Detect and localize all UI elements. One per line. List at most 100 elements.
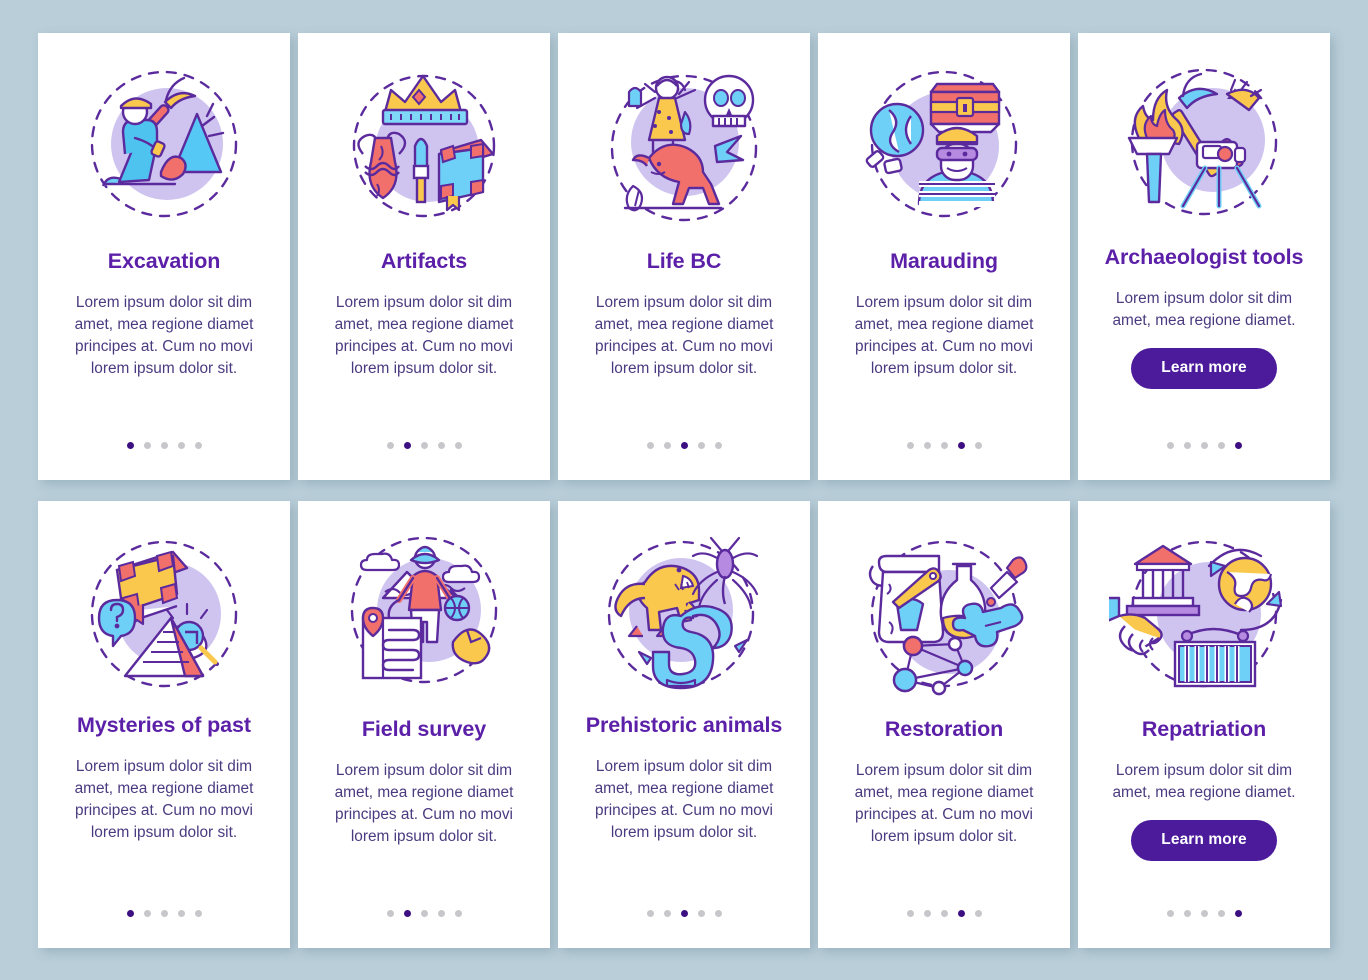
pagination-dot[interactable]	[1200, 441, 1208, 449]
pagination-dot[interactable]	[1166, 441, 1174, 449]
illustration-container	[558, 33, 810, 241]
learn-more-button[interactable]: Learn more	[1131, 347, 1277, 389]
card-title: Restoration	[884, 716, 1004, 741]
pagination-dot[interactable]	[437, 909, 445, 917]
pagination-dot[interactable]	[454, 441, 462, 449]
pagination-dot-active[interactable]	[403, 441, 411, 449]
excavation-icon	[90, 70, 238, 217]
card-title: Repatriation	[1141, 716, 1267, 741]
learn-more-button[interactable]: Learn more	[1131, 819, 1277, 861]
card-body-text: Lorem ipsum dolor sit dim amet, mea regi…	[594, 757, 774, 841]
onboarding-card: Mysteries of past Lorem ipsum dolor sit d…	[38, 500, 290, 948]
onboarding-card: Prehistoric animals Lorem ipsum dolor sit…	[558, 500, 810, 948]
illustration-container	[298, 33, 550, 241]
pagination-dot[interactable]	[143, 441, 151, 449]
pagination-dot[interactable]	[646, 441, 654, 449]
pagination-dot[interactable]	[974, 441, 982, 449]
pagination-dots	[298, 441, 550, 449]
pagination-dot[interactable]	[923, 909, 931, 917]
pagination-dot-active[interactable]	[1234, 441, 1242, 449]
pagination-dots	[1078, 441, 1330, 449]
pagination-dot[interactable]	[714, 441, 722, 449]
artifacts-icon	[352, 74, 496, 217]
pagination-dot[interactable]	[923, 441, 931, 449]
pagination-dot-active[interactable]	[680, 909, 688, 917]
pagination-dot[interactable]	[420, 441, 428, 449]
card-title: Mysteries of past	[77, 712, 251, 737]
marauding-icon	[865, 70, 1018, 217]
repatriation-icon	[1109, 540, 1283, 687]
pagination-dot[interactable]	[194, 441, 202, 449]
onboarding-card: Life BC Lorem ipsum dolor sit dim amet, m…	[558, 32, 810, 480]
card-title: Archaeologist tools	[1104, 244, 1304, 269]
onboarding-card: Repatriation Lorem ipsum dolor sit dim am…	[1078, 500, 1330, 948]
pagination-dot[interactable]	[697, 909, 705, 917]
pagination-dot-active[interactable]	[957, 909, 965, 917]
pagination-dot[interactable]	[1183, 909, 1191, 917]
pagination-dot-active[interactable]	[680, 441, 688, 449]
pagination-dot[interactable]	[940, 441, 948, 449]
onboarding-card: Restoration Lorem ipsum dolor sit dim ame…	[818, 500, 1070, 948]
pagination-dot[interactable]	[1183, 441, 1191, 449]
pagination-dot[interactable]	[974, 909, 982, 917]
illustration-container	[558, 501, 810, 709]
onboarding-card: Field survey Lorem ipsum dolor sit dim am…	[298, 500, 550, 948]
pagination-dot[interactable]	[177, 441, 185, 449]
card-body-text: Lorem ipsum dolor sit dim amet, mea regi…	[334, 293, 514, 377]
pagination-dots	[38, 441, 290, 449]
card-body-text: Lorem ipsum dolor sit dim amet, mea regi…	[854, 293, 1034, 377]
card-title: Artifacts	[380, 248, 468, 273]
pagination-dot[interactable]	[906, 441, 914, 449]
pagination-dot[interactable]	[177, 909, 185, 917]
pagination-dot-active[interactable]	[403, 909, 411, 917]
illustration-container	[1078, 501, 1330, 709]
onboarding-card: Marauding Lorem ipsum dolor sit dim amet,…	[818, 32, 1070, 480]
pagination-dot-active[interactable]	[1234, 909, 1242, 917]
onboarding-card: Excavation Lorem ipsum dolor sit dim amet…	[38, 32, 290, 480]
card-body-text: Lorem ipsum dolor sit dim amet, mea regi…	[334, 761, 514, 845]
pagination-dot[interactable]	[1217, 909, 1225, 917]
prehistoric-animals-icon	[607, 536, 759, 689]
card-title: Life BC	[646, 248, 722, 273]
illustration-container	[818, 501, 1070, 709]
pagination-dot[interactable]	[697, 441, 705, 449]
card-body-text: Lorem ipsum dolor sit dim amet, mea regi…	[594, 293, 774, 377]
mysteries-of-past-icon	[90, 540, 238, 687]
illustration-container	[1078, 33, 1330, 241]
pagination-dot[interactable]	[1217, 441, 1225, 449]
pagination-dot[interactable]	[143, 909, 151, 917]
card-title: Marauding	[890, 248, 998, 273]
pagination-dot[interactable]	[420, 909, 428, 917]
pagination-dot[interactable]	[1200, 909, 1208, 917]
pagination-dot[interactable]	[663, 441, 671, 449]
pagination-dot[interactable]	[437, 441, 445, 449]
pagination-dots	[1078, 909, 1330, 917]
pagination-dot[interactable]	[160, 441, 168, 449]
pagination-dot[interactable]	[194, 909, 202, 917]
pagination-dots	[298, 909, 550, 917]
pagination-dot[interactable]	[940, 909, 948, 917]
onboarding-card: Artifacts Lorem ipsum dolor sit dim amet,…	[298, 32, 550, 480]
pagination-dot[interactable]	[663, 909, 671, 917]
card-body-text: Lorem ipsum dolor sit dim amet, mea regi…	[74, 293, 254, 377]
pagination-dot[interactable]	[906, 909, 914, 917]
pagination-dot[interactable]	[386, 909, 394, 917]
pagination-dot-active[interactable]	[126, 909, 134, 917]
pagination-dots	[38, 909, 290, 917]
pagination-dot[interactable]	[1166, 909, 1174, 917]
archaeologist-tools-icon	[1127, 68, 1278, 215]
pagination-dot[interactable]	[714, 909, 722, 917]
pagination-dot[interactable]	[160, 909, 168, 917]
card-body-text: Lorem ipsum dolor sit dim amet, mea regi…	[1112, 761, 1296, 801]
illustration-container	[38, 501, 290, 709]
card-body-text: Lorem ipsum dolor sit dim amet, mea regi…	[1112, 289, 1296, 329]
life-bc-icon	[610, 74, 758, 221]
card-title: Field survey	[361, 716, 487, 741]
pagination-dot[interactable]	[646, 909, 654, 917]
pagination-dot-active[interactable]	[957, 441, 965, 449]
pagination-dot-active[interactable]	[126, 441, 134, 449]
pagination-dot[interactable]	[386, 441, 394, 449]
pagination-dot[interactable]	[454, 909, 462, 917]
field-survey-icon	[350, 536, 498, 683]
pagination-dots	[558, 909, 810, 917]
